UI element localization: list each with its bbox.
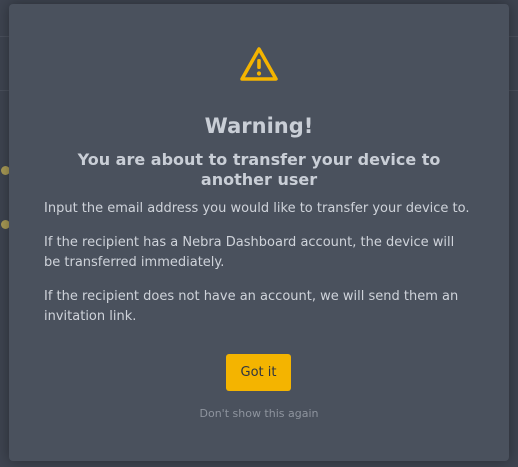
- info-paragraph: If the recipient does not have an accoun…: [44, 289, 459, 324]
- info-paragraph: If the recipient has a Nebra Dashboard a…: [44, 235, 455, 270]
- dont-show-again-link[interactable]: Don't show this again: [9, 407, 509, 420]
- transfer-warning-modal: Warning! You are about to transfer your …: [9, 4, 509, 461]
- info-paragraph: Input the email address you would like t…: [44, 201, 470, 216]
- got-it-button[interactable]: Got it: [226, 354, 291, 391]
- warning-triangle-icon: [240, 47, 278, 81]
- modal-subtitle: You are about to transfer your device to…: [77, 150, 441, 189]
- modal-title: Warning!: [204, 114, 314, 138]
